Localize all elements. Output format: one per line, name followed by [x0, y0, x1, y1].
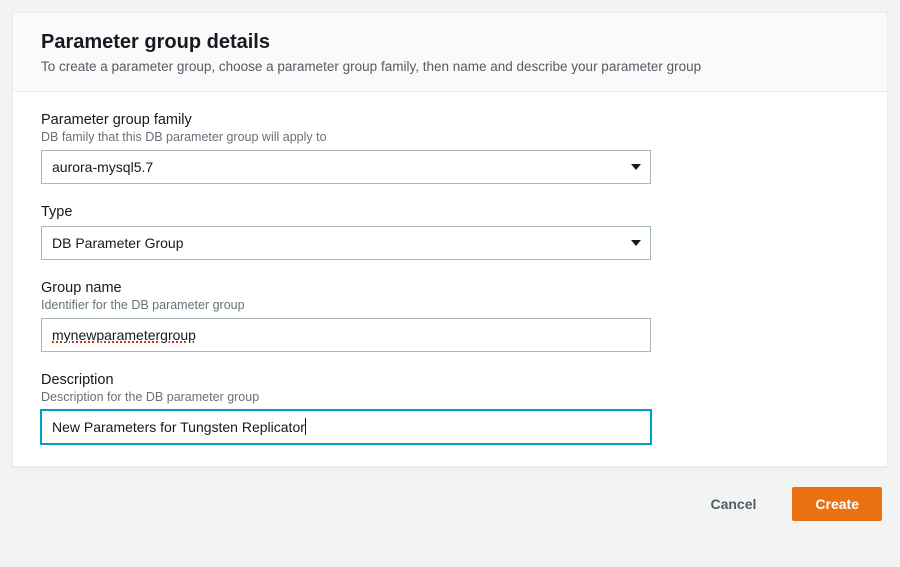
text-cursor	[305, 418, 306, 435]
description-input[interactable]: New Parameters for Tungsten Replicator	[41, 410, 651, 444]
description-hint: Description for the DB parameter group	[41, 390, 859, 404]
group-name-input[interactable]: mynewparametergroup	[41, 318, 651, 352]
family-select-value: aurora-mysql5.7	[52, 159, 153, 175]
parameter-group-panel: Parameter group details To create a para…	[12, 12, 888, 467]
field-type: Type DB Parameter Group	[41, 204, 859, 260]
type-select-value: DB Parameter Group	[52, 235, 184, 251]
field-parameter-group-family: Parameter group family DB family that th…	[41, 112, 859, 184]
family-label: Parameter group family	[41, 112, 859, 128]
description-label: Description	[41, 372, 859, 388]
form-footer: Cancel Create	[0, 467, 900, 521]
group-name-value: mynewparametergroup	[52, 327, 196, 343]
group-name-label: Group name	[41, 280, 859, 296]
field-group-name: Group name Identifier for the DB paramet…	[41, 280, 859, 352]
panel-title: Parameter group details	[41, 31, 859, 54]
field-description: Description Description for the DB param…	[41, 372, 859, 444]
panel-subtitle: To create a parameter group, choose a pa…	[41, 58, 859, 77]
panel-body: Parameter group family DB family that th…	[13, 92, 887, 466]
group-name-hint: Identifier for the DB parameter group	[41, 298, 859, 312]
type-select[interactable]: DB Parameter Group	[41, 226, 651, 260]
create-button[interactable]: Create	[792, 487, 882, 521]
cancel-button[interactable]: Cancel	[690, 488, 776, 520]
family-select[interactable]: aurora-mysql5.7	[41, 150, 651, 184]
type-label: Type	[41, 204, 859, 220]
panel-header: Parameter group details To create a para…	[13, 13, 887, 92]
description-value: New Parameters for Tungsten Replicator	[52, 419, 305, 435]
family-hint: DB family that this DB parameter group w…	[41, 130, 859, 144]
